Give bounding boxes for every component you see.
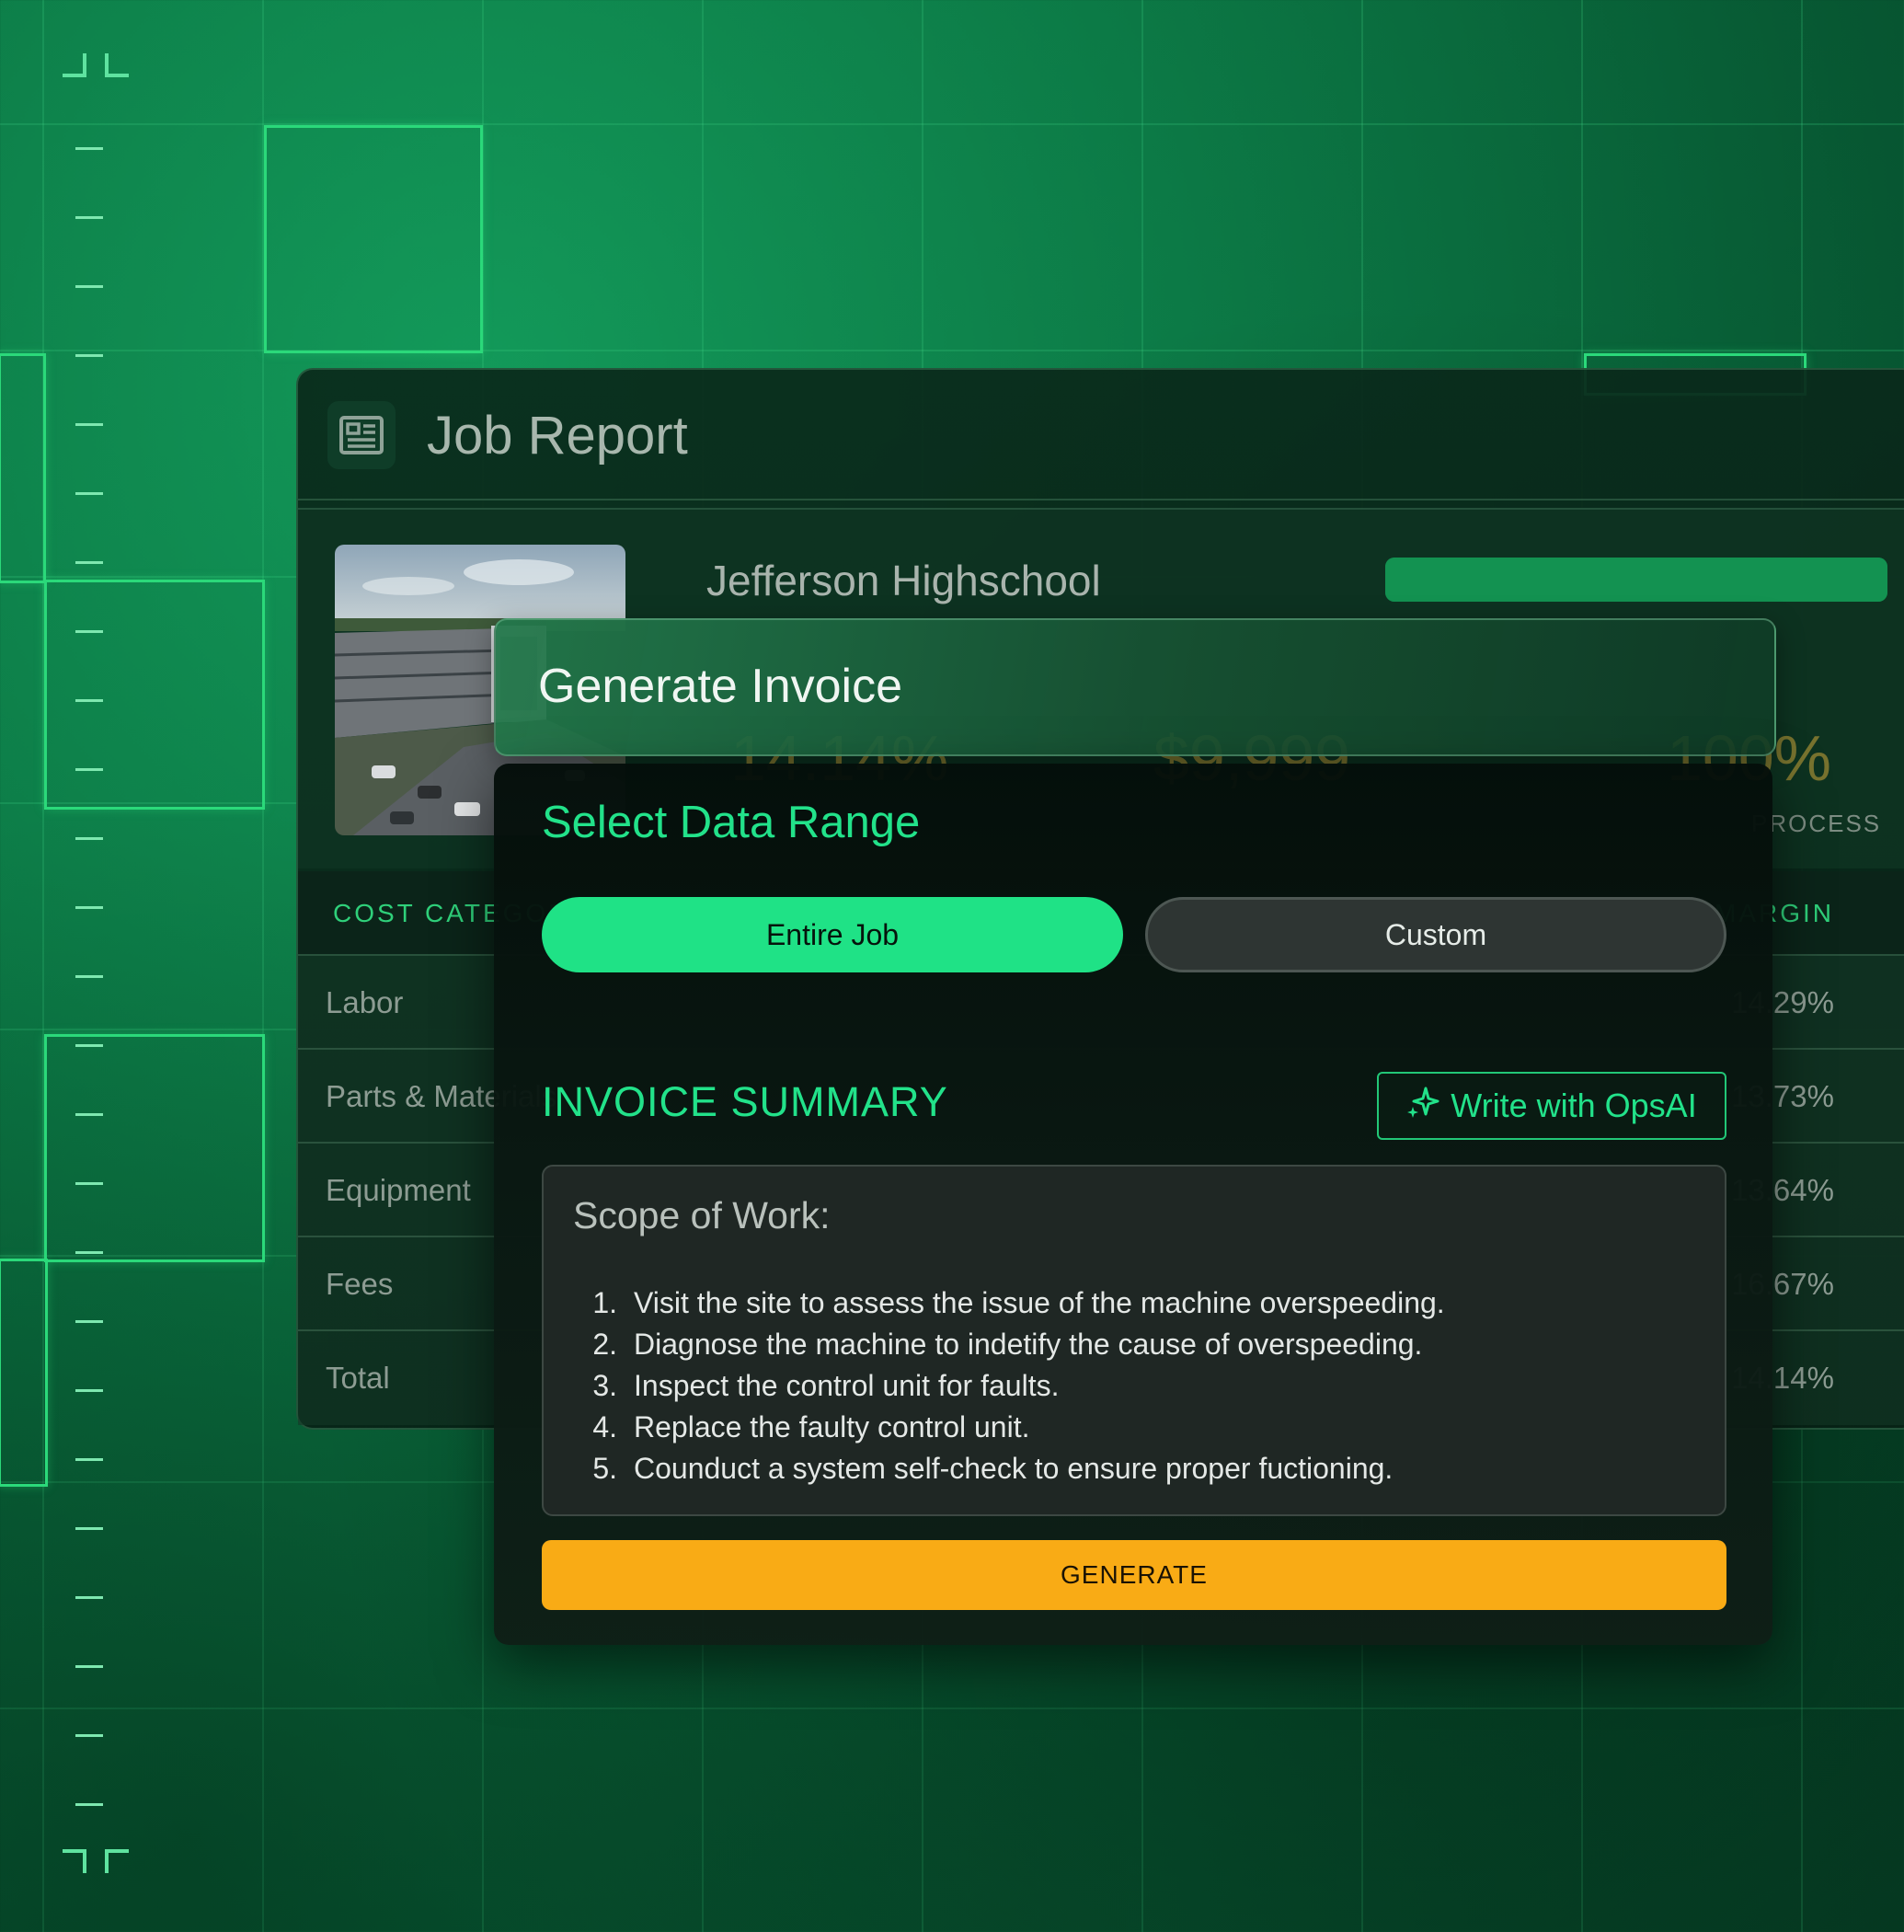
ruler-tick — [75, 699, 103, 702]
ruler-tick — [75, 1389, 103, 1392]
ruler-tick — [75, 768, 103, 771]
sparkle-icon — [1406, 1085, 1441, 1128]
ruler-tick — [75, 906, 103, 909]
list-number: 4. — [592, 1410, 617, 1443]
list-text: Replace the faulty control unit. — [634, 1410, 1030, 1443]
job-name: Jefferson Highschool — [706, 557, 1101, 604]
cost-category: Fees — [326, 1267, 394, 1301]
list-number: 1. — [592, 1286, 617, 1319]
list-text: Counduct a system self-check to ensure p… — [634, 1452, 1394, 1485]
ruler-tick — [75, 147, 103, 150]
ruler-tick — [75, 1734, 103, 1737]
invoice-summary-title: INVOICE SUMMARY — [542, 1078, 948, 1125]
ruler-tick — [75, 837, 103, 840]
ruler-tick — [75, 1458, 103, 1461]
grid-highlight — [0, 1259, 48, 1487]
list-item: 3. Inspect the control unit for faults. — [573, 1365, 1445, 1407]
left-ruler — [75, 147, 103, 1806]
range-option-entire-job[interactable]: Entire Job — [542, 897, 1123, 972]
ruler-tick — [75, 1113, 103, 1116]
newspaper-icon — [327, 401, 396, 469]
ruler-tick — [75, 975, 103, 978]
job-progress-bar — [1385, 558, 1887, 602]
job-progress-fill — [1385, 558, 1887, 602]
ruler-tick — [75, 285, 103, 288]
list-text: Visit the site to assess the issue of th… — [634, 1286, 1445, 1319]
write-with-opsai-label: Write with OpsAI — [1451, 1087, 1697, 1124]
job-report-header: Job Report — [298, 370, 1904, 500]
ruler-tick — [75, 354, 103, 357]
ruler-tick — [75, 1182, 103, 1185]
ruler-tick — [75, 1044, 103, 1047]
modal-title: Generate Invoice — [538, 660, 903, 713]
list-number: 5. — [592, 1452, 617, 1485]
generate-invoice-header: Generate Invoice — [494, 618, 1776, 756]
ruler-tick — [75, 423, 103, 426]
list-item: 4. Replace the faulty control unit. — [573, 1407, 1445, 1448]
list-number: 3. — [592, 1369, 617, 1402]
ruler-tick — [75, 1527, 103, 1530]
generate-button[interactable]: GENERATE — [542, 1540, 1726, 1610]
ruler-tick — [75, 561, 103, 564]
write-with-opsai-button[interactable]: Write with OpsAI — [1377, 1072, 1726, 1140]
ruler-tick — [75, 1251, 103, 1254]
list-item: 2. Diagnose the machine to indetify the c… — [573, 1324, 1445, 1365]
data-range-title: Select Data Range — [542, 798, 921, 847]
ruler-tick — [75, 1803, 103, 1806]
corner-bracket-icon — [105, 1849, 129, 1873]
corner-bracket-icon — [63, 1849, 86, 1873]
cost-category: Total — [326, 1361, 390, 1395]
cost-category: Equipment — [326, 1173, 471, 1207]
ruler-tick — [75, 492, 103, 495]
scope-heading: Scope of Work: — [573, 1194, 831, 1236]
corner-bracket-icon — [105, 53, 129, 77]
cost-category: Labor — [326, 985, 404, 1019]
ruler-tick — [75, 1320, 103, 1323]
grid-highlight — [264, 125, 483, 353]
ruler-tick — [75, 216, 103, 219]
list-text: Diagnose the machine to indetify the cau… — [634, 1328, 1423, 1361]
ruler-tick — [75, 630, 103, 633]
corner-bracket-icon — [63, 53, 86, 77]
page-title: Job Report — [427, 406, 688, 466]
ruler-tick — [75, 1596, 103, 1599]
list-item: 5. Counduct a system self-check to ensure… — [573, 1448, 1445, 1489]
invoice-summary-textarea[interactable]: Scope of Work: 1. Visit the site to asses… — [542, 1165, 1726, 1516]
list-text: Inspect the control unit for faults. — [634, 1369, 1060, 1402]
range-option-custom[interactable]: Custom — [1145, 897, 1726, 972]
ruler-tick — [75, 1665, 103, 1668]
generate-invoice-modal: Select Data Range Entire Job Custom INVO… — [494, 764, 1772, 1645]
scope-list: 1. Visit the site to assess the issue of … — [573, 1282, 1445, 1489]
grid-highlight — [0, 353, 46, 583]
list-number: 2. — [592, 1328, 617, 1361]
list-item: 1. Visit the site to assess the issue of … — [573, 1282, 1445, 1324]
